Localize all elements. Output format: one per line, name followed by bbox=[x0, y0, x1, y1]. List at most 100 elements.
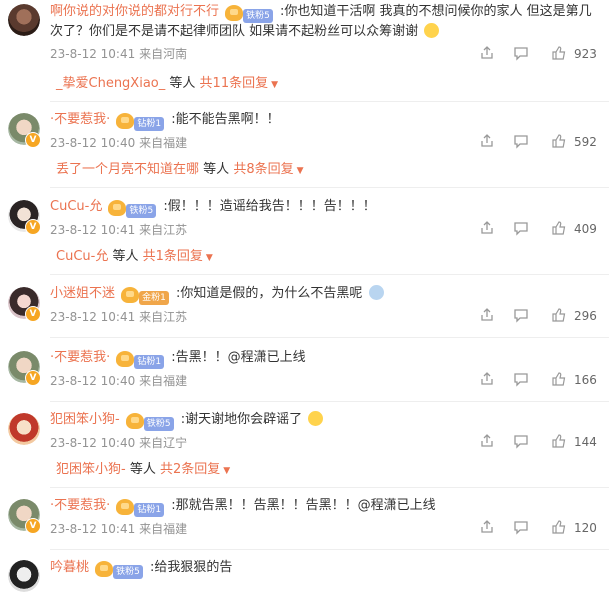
caret-down-icon[interactable]: ▼ bbox=[271, 80, 278, 90]
caret-down-icon[interactable]: ▼ bbox=[206, 253, 213, 263]
comment-icon[interactable] bbox=[513, 433, 529, 449]
thumbs-up-icon[interactable] bbox=[551, 133, 567, 149]
comment-meta: 23-8-12 10:41 来自福建 bbox=[50, 521, 187, 537]
comment-location: 来自江苏 bbox=[139, 310, 188, 324]
fan-badge[interactable]: 铁粉5 bbox=[125, 413, 174, 431]
reply-suffix: 等人 bbox=[169, 76, 196, 91]
thumbs-up-icon[interactable] bbox=[551, 307, 567, 323]
reply-count[interactable]: 共1条回复 bbox=[143, 249, 203, 264]
share-icon[interactable] bbox=[479, 519, 495, 535]
reply-summary[interactable]: 丢了一个月亮不知道在哪 等人 共8条回复 ▼ bbox=[56, 161, 304, 180]
thumbs-up-icon[interactable] bbox=[551, 519, 567, 535]
comment-actions: 120 bbox=[479, 519, 609, 537]
avatar[interactable] bbox=[8, 560, 40, 592]
reply-username[interactable]: 犯困笨小狗- bbox=[56, 462, 126, 477]
share-icon[interactable] bbox=[479, 220, 495, 236]
comment-icon[interactable] bbox=[513, 371, 529, 387]
comment-text: :你知道是假的，为什么不告黑呢 bbox=[176, 286, 363, 301]
comment-icon[interactable] bbox=[513, 45, 529, 61]
comment-username[interactable]: 啊你说的对你说的都对行不行 bbox=[50, 4, 219, 19]
caret-down-icon[interactable]: ▼ bbox=[223, 466, 230, 476]
comment-username[interactable]: 小迷姐不迷 bbox=[50, 286, 115, 301]
caret-down-icon[interactable]: ▼ bbox=[297, 166, 304, 176]
reply-suffix: 等人 bbox=[129, 462, 156, 477]
comment-text: :谢天谢地你会辟谣了 bbox=[180, 412, 303, 427]
crown-icon bbox=[121, 287, 140, 303]
comment-actions: 144 bbox=[479, 433, 609, 451]
comment-username[interactable]: ·不要惹我· bbox=[50, 112, 110, 127]
comment-location: 来自江苏 bbox=[139, 223, 188, 237]
like-count: 120 bbox=[574, 521, 597, 535]
share-icon[interactable] bbox=[479, 133, 495, 149]
share-icon[interactable] bbox=[479, 45, 495, 61]
divider bbox=[50, 337, 609, 338]
divider bbox=[50, 401, 609, 402]
comment-username[interactable]: 犯困笨小狗- bbox=[50, 412, 120, 427]
comment-icon[interactable] bbox=[513, 307, 529, 323]
crown-icon bbox=[108, 200, 127, 216]
comment-username[interactable]: CuCu-允 bbox=[50, 199, 102, 214]
comment-body: ·不要惹我· 钻粉1 :那就告黑！！告黑！！告黑！！@程潇已上线 bbox=[50, 496, 595, 517]
share-icon[interactable] bbox=[479, 371, 495, 387]
fan-badge[interactable]: 铁粉5 bbox=[95, 561, 143, 579]
reply-suffix: 等人 bbox=[203, 162, 230, 177]
verified-v-icon: V bbox=[25, 306, 41, 322]
thumbs-up-icon[interactable] bbox=[551, 433, 567, 449]
comment-meta: 23-8-12 10:40 来自福建 bbox=[50, 135, 187, 151]
comment-time: 23-8-12 10:40 bbox=[50, 374, 136, 388]
fan-badge[interactable]: 钻粉1 bbox=[116, 499, 165, 517]
fan-badge[interactable]: 铁粉5 bbox=[225, 5, 273, 23]
reply-count[interactable]: 共8条回复 bbox=[233, 162, 293, 177]
divider bbox=[50, 101, 609, 102]
comment-time: 23-8-12 10:40 bbox=[50, 436, 136, 450]
comment-actions: 166 bbox=[479, 371, 609, 389]
crown-icon bbox=[116, 351, 135, 367]
comment-time: 23-8-12 10:40 bbox=[50, 136, 136, 150]
fan-badge[interactable]: 钻粉1 bbox=[116, 351, 165, 369]
reply-summary[interactable]: CuCu-允 等人 共1条回复 ▼ bbox=[56, 248, 213, 267]
crown-icon bbox=[116, 499, 135, 515]
comment-username[interactable]: ·不要惹我· bbox=[50, 350, 110, 365]
reply-summary[interactable]: _挚爱ChengXiao_ 等人 共11条回复 ▼ bbox=[56, 75, 278, 94]
divider bbox=[50, 549, 609, 550]
fan-badge[interactable]: 钻粉1 bbox=[116, 113, 165, 131]
comment-meta: 23-8-12 10:41 来自江苏 bbox=[50, 222, 187, 238]
comment-icon[interactable] bbox=[513, 220, 529, 236]
emoji-icon bbox=[368, 285, 384, 300]
avatar[interactable] bbox=[8, 413, 40, 445]
thumbs-up-icon[interactable] bbox=[551, 371, 567, 387]
comment-meta: 23-8-12 10:40 来自福建 bbox=[50, 373, 187, 389]
comment-location: 来自福建 bbox=[139, 136, 188, 150]
comment-icon[interactable] bbox=[513, 133, 529, 149]
comment-username[interactable]: 吟暮桃 bbox=[50, 560, 89, 575]
reply-username[interactable]: _挚爱ChengXiao_ bbox=[56, 76, 165, 91]
divider bbox=[50, 487, 609, 488]
crown-icon bbox=[116, 113, 135, 129]
emoji-icon bbox=[308, 411, 324, 426]
comment-username[interactable]: ·不要惹我· bbox=[50, 498, 110, 513]
fan-badge[interactable]: 铁粉5 bbox=[108, 200, 157, 218]
share-icon[interactable] bbox=[479, 307, 495, 323]
divider bbox=[50, 187, 609, 188]
thumbs-up-icon[interactable] bbox=[551, 45, 567, 61]
comment-body: 犯困笨小狗- 铁粉5 :谢天谢地你会辟谣了 bbox=[50, 410, 595, 431]
reply-username[interactable]: CuCu-允 bbox=[56, 249, 108, 264]
comment-time: 23-8-12 10:41 bbox=[50, 223, 136, 237]
comment-location: 来自福建 bbox=[139, 374, 188, 388]
avatar[interactable] bbox=[8, 4, 40, 36]
like-count: 409 bbox=[574, 222, 597, 236]
comment-time: 23-8-12 10:41 bbox=[50, 522, 136, 536]
comment-body: ·不要惹我· 钻粉1 :能不能告黑啊！！ bbox=[50, 110, 595, 131]
comment-text: :告黑！！@程潇已上线 bbox=[171, 350, 306, 365]
share-icon[interactable] bbox=[479, 433, 495, 449]
reply-count[interactable]: 共2条回复 bbox=[160, 462, 220, 477]
reply-summary[interactable]: 犯困笨小狗- 等人 共2条回复 ▼ bbox=[56, 461, 230, 480]
comment-location: 来自辽宁 bbox=[139, 436, 188, 450]
comment-icon[interactable] bbox=[513, 519, 529, 535]
fan-badge[interactable]: 金粉1 bbox=[121, 287, 169, 305]
reply-username[interactable]: 丢了一个月亮不知道在哪 bbox=[56, 162, 199, 177]
thumbs-up-icon[interactable] bbox=[551, 220, 567, 236]
reply-count[interactable]: 共11条回复 bbox=[200, 76, 269, 91]
verified-v-icon: V bbox=[25, 219, 41, 235]
comment-text: :那就告黑！！告黑！！告黑！！@程潇已上线 bbox=[171, 498, 436, 513]
